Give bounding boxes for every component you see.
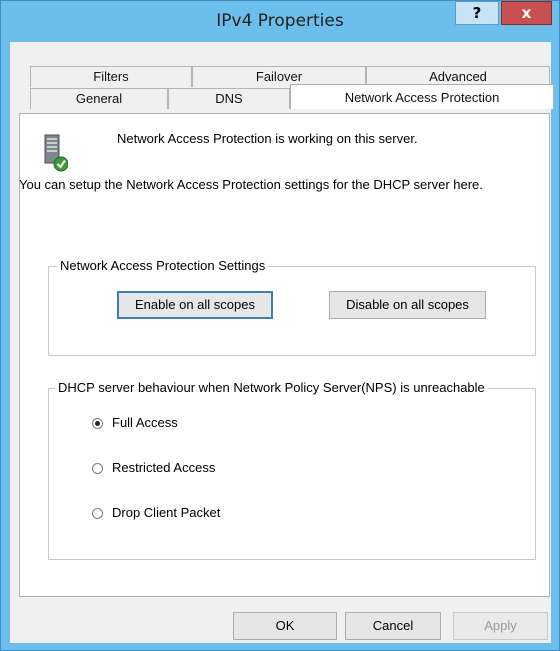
nap-description: You can setup the Network Access Protect…	[19, 177, 483, 192]
apply-button[interactable]: Apply	[453, 612, 548, 640]
disable-all-scopes-button[interactable]: Disable on all scopes	[329, 291, 486, 319]
radio-selected-dot	[95, 421, 100, 426]
tab-row-front: General DNS Network Access Protection	[30, 84, 554, 109]
tab-dns[interactable]: DNS	[168, 88, 290, 109]
enable-all-scopes-button[interactable]: Enable on all scopes	[117, 291, 273, 319]
restricted-access-radio[interactable]	[92, 463, 103, 474]
tab-filters[interactable]: Filters	[30, 66, 192, 87]
nps-behaviour-group-label: DHCP server behaviour when Network Polic…	[55, 380, 488, 395]
nap-status-text: Network Access Protection is working on …	[117, 131, 418, 146]
tab-general[interactable]: General	[30, 88, 168, 109]
restricted-access-label[interactable]: Restricted Access	[112, 460, 215, 475]
help-button[interactable]: ?	[455, 1, 499, 25]
server-check-icon	[44, 134, 68, 172]
full-access-label[interactable]: Full Access	[112, 415, 178, 430]
cancel-button[interactable]: Cancel	[345, 612, 441, 640]
full-access-radio[interactable]	[92, 418, 103, 429]
nap-settings-group-label: Network Access Protection Settings	[57, 258, 269, 273]
title-bar[interactable]: IPv4 Properties ? x	[1, 1, 559, 41]
tab-network-access-protection[interactable]: Network Access Protection	[290, 84, 554, 109]
drop-client-packet-label[interactable]: Drop Client Packet	[112, 505, 220, 520]
drop-client-packet-radio[interactable]	[92, 508, 103, 519]
close-button[interactable]: x	[501, 1, 552, 25]
ok-button[interactable]: OK	[233, 612, 337, 640]
